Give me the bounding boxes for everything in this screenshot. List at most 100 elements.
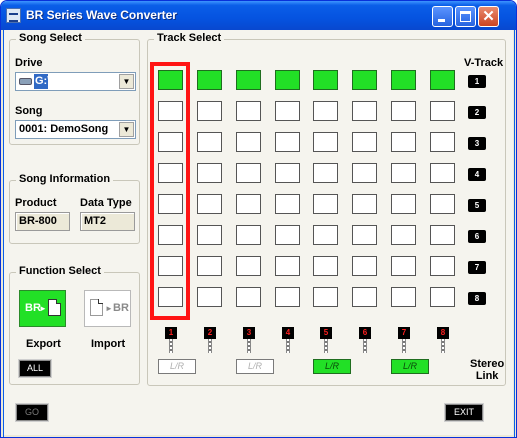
channel-level-slider[interactable]: 5 (320, 327, 332, 355)
track-cell[interactable] (236, 287, 261, 307)
title-bar[interactable]: BR Series Wave Converter ✕ (1, 1, 516, 30)
track-cell[interactable] (197, 194, 222, 214)
track-cell[interactable] (391, 194, 416, 214)
track-cell[interactable] (352, 101, 377, 121)
track-cell[interactable] (197, 101, 222, 121)
track-cell[interactable] (197, 163, 222, 183)
export-button[interactable]: BR ► (19, 290, 66, 327)
drive-select[interactable]: G:\ ▼ (15, 72, 136, 91)
track-cell[interactable] (313, 225, 338, 245)
track-cell[interactable] (430, 101, 455, 121)
song-information-title: Song Information (16, 173, 114, 185)
track-cell[interactable] (275, 194, 300, 214)
track-cell[interactable] (236, 256, 261, 276)
track-cell[interactable] (197, 225, 222, 245)
track-cell[interactable] (275, 287, 300, 307)
track-cell[interactable] (158, 163, 183, 183)
chevron-down-icon[interactable]: ▼ (119, 122, 134, 137)
slider-track (286, 339, 290, 353)
arrow-right-icon: ► (105, 304, 113, 313)
track-cell[interactable] (313, 101, 338, 121)
track-cell[interactable] (430, 225, 455, 245)
track-cell[interactable] (236, 163, 261, 183)
channel-level-slider[interactable]: 1 (165, 327, 177, 355)
channel-level-slider[interactable]: 4 (282, 327, 294, 355)
track-cell[interactable] (391, 163, 416, 183)
track-cell[interactable] (352, 70, 377, 90)
channel-level-slider[interactable]: 6 (359, 327, 371, 355)
stereo-link-label-line1: Stereo (470, 358, 505, 370)
channel-level-slider[interactable]: 7 (398, 327, 410, 355)
track-cell[interactable] (430, 70, 455, 90)
track-cell[interactable] (158, 132, 183, 152)
track-cell[interactable] (391, 101, 416, 121)
minimize-button[interactable] (432, 6, 453, 27)
track-cell[interactable] (313, 287, 338, 307)
track-cell[interactable] (197, 256, 222, 276)
channel-level-slider[interactable]: 8 (437, 327, 449, 355)
close-button[interactable]: ✕ (478, 6, 499, 27)
track-cell[interactable] (430, 256, 455, 276)
track-cell[interactable] (197, 132, 222, 152)
vtrack-label: V-Track (464, 57, 504, 69)
track-cell[interactable] (197, 287, 222, 307)
track-cell[interactable] (158, 287, 183, 307)
track-cell[interactable] (158, 225, 183, 245)
track-cell[interactable] (352, 163, 377, 183)
all-button[interactable]: ALL (18, 359, 52, 378)
channel-number: 6 (359, 327, 371, 339)
track-cell[interactable] (313, 194, 338, 214)
channel-level-slider[interactable]: 3 (243, 327, 255, 355)
stereo-link-toggle[interactable]: L/R (313, 359, 351, 374)
track-cell[interactable] (391, 70, 416, 90)
track-cell[interactable] (313, 132, 338, 152)
track-cell[interactable] (158, 101, 183, 121)
track-cell[interactable] (236, 101, 261, 121)
stereo-link-toggle[interactable]: L/R (158, 359, 196, 374)
track-cell[interactable] (391, 287, 416, 307)
track-cell[interactable] (275, 101, 300, 121)
track-cell[interactable] (158, 256, 183, 276)
data-type-value: MT2 (80, 212, 135, 231)
track-cell[interactable] (313, 163, 338, 183)
maximize-button[interactable] (455, 6, 476, 27)
wave-converter-icon (6, 8, 21, 23)
chevron-down-icon[interactable]: ▼ (119, 74, 134, 89)
track-cell[interactable] (158, 194, 183, 214)
track-cell[interactable] (275, 132, 300, 152)
track-cell[interactable] (275, 163, 300, 183)
track-cell[interactable] (236, 132, 261, 152)
track-cell[interactable] (352, 194, 377, 214)
import-button[interactable]: ► BR (84, 290, 131, 327)
track-cell[interactable] (430, 132, 455, 152)
track-cell[interactable] (352, 225, 377, 245)
track-cell[interactable] (313, 256, 338, 276)
stereo-link-toggle[interactable]: L/R (391, 359, 429, 374)
track-cell[interactable] (236, 225, 261, 245)
exit-button[interactable]: EXIT (444, 403, 484, 422)
track-cell[interactable] (391, 132, 416, 152)
song-select[interactable]: 0001: DemoSong ▼ (15, 120, 136, 139)
import-button-text: BR (113, 302, 129, 314)
track-cell[interactable] (391, 256, 416, 276)
track-cell[interactable] (236, 70, 261, 90)
track-cell[interactable] (275, 70, 300, 90)
track-cell[interactable] (430, 194, 455, 214)
track-cell[interactable] (275, 256, 300, 276)
stereo-link-toggle[interactable]: L/R (236, 359, 274, 374)
track-cell[interactable] (430, 287, 455, 307)
track-cell[interactable] (430, 163, 455, 183)
track-cell[interactable] (391, 225, 416, 245)
track-cell[interactable] (275, 225, 300, 245)
track-cell[interactable] (236, 194, 261, 214)
track-cell[interactable] (197, 70, 222, 90)
track-cell[interactable] (352, 256, 377, 276)
channel-level-slider[interactable]: 2 (204, 327, 216, 355)
track-cell[interactable] (313, 70, 338, 90)
track-cell[interactable] (158, 70, 183, 90)
import-label: Import (91, 338, 126, 350)
track-cell[interactable] (352, 132, 377, 152)
track-cell[interactable] (352, 287, 377, 307)
go-button[interactable]: GO (15, 403, 49, 422)
vtrack-badge: 8 (468, 292, 486, 305)
